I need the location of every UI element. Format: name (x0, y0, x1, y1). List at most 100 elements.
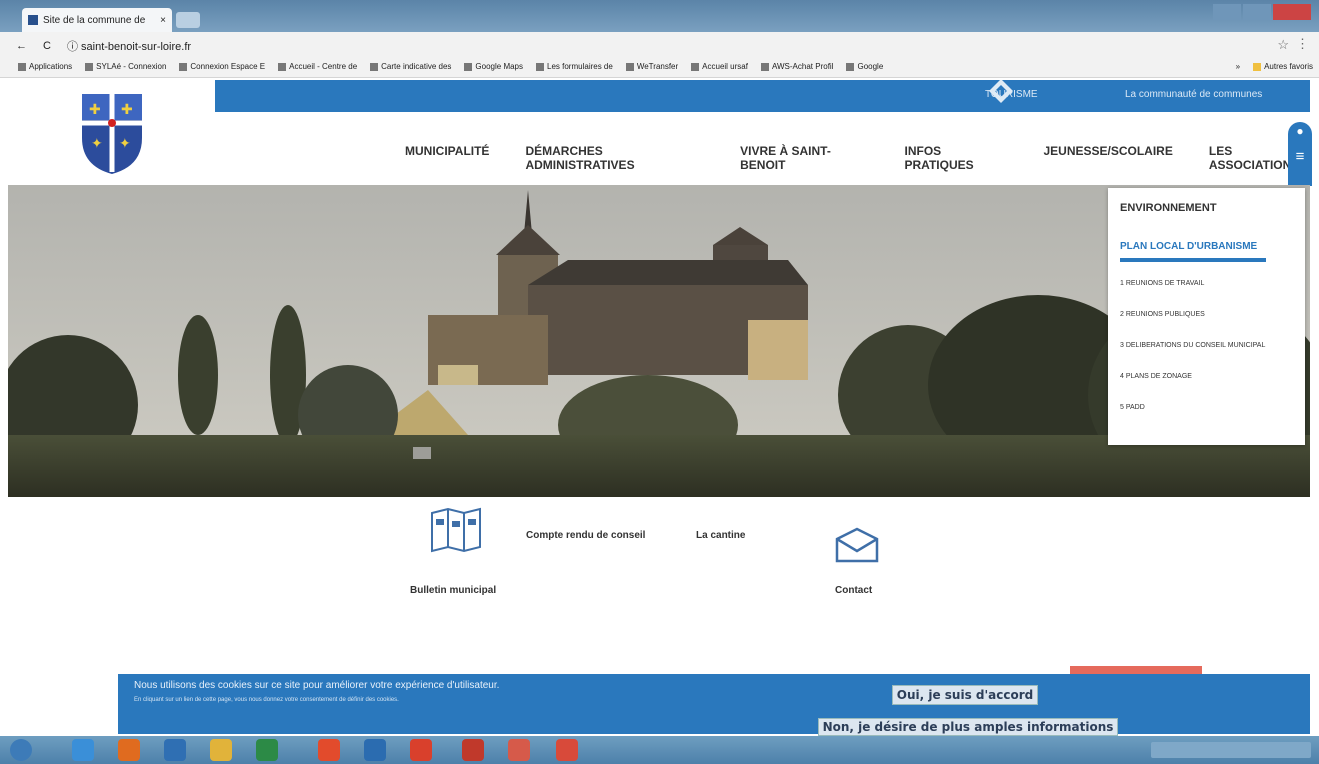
cookie-banner: Nous utilisons des cookies sur ce site p… (118, 674, 1310, 736)
apps-grid-icon (18, 62, 26, 71)
nav-infos[interactable]: INFOS PRATIQUES (905, 144, 1008, 172)
system-tray[interactable] (1151, 742, 1311, 758)
maximize-icon[interactable] (1243, 4, 1271, 20)
cookie-accept-button[interactable]: Oui, je suis d'accord (892, 685, 1038, 705)
window-close-icon[interactable] (1273, 4, 1311, 20)
dropdown-plu-link[interactable]: PLAN LOCAL D'URBANISME (1120, 241, 1305, 252)
nav-municipalite[interactable]: MUNICIPALITÉ (405, 144, 489, 172)
media-player-icon[interactable] (410, 739, 432, 761)
start-button-icon[interactable] (10, 739, 32, 761)
firefox-icon[interactable] (118, 739, 140, 761)
bookmark-icon (691, 62, 700, 71)
top-links-band: TOURISME La communauté de communes (215, 79, 1310, 112)
dropdown-item[interactable]: 1 REUNIONS DE TRAVAIL (1120, 280, 1305, 287)
explorer-folder-icon[interactable] (210, 739, 232, 761)
bookmark-item[interactable]: Google (846, 62, 883, 71)
new-tab-button[interactable] (176, 12, 200, 28)
dropdown-item[interactable]: 5 PADD (1120, 404, 1305, 411)
maps-icon (464, 62, 473, 71)
search-circle-icon[interactable]: ● (1288, 124, 1312, 138)
other-bookmarks[interactable]: Autres favoris (1253, 62, 1313, 71)
svg-text:✦: ✦ (91, 135, 103, 151)
bookmark-label: Accueil ursaf (702, 62, 748, 71)
bookmark-item[interactable]: Les formulaires de (536, 62, 613, 71)
bookmark-label: Accueil - Centre de (289, 62, 358, 71)
bookmark-label: Google (857, 62, 884, 71)
other-bookmarks-label: Autres favoris (1264, 62, 1313, 71)
word-icon[interactable] (164, 739, 186, 761)
bookmark-item[interactable]: Google Maps (464, 62, 523, 71)
back-arrow-icon[interactable]: ← (16, 40, 27, 52)
bookmark-item[interactable]: Carte indicative des (370, 62, 451, 71)
hamburger-icon[interactable]: ≡ (1288, 148, 1312, 165)
environment-dropdown: ENVIRONNEMENT PLAN LOCAL D'URBANISME 1 R… (1108, 188, 1305, 445)
dropdown-item[interactable]: 2 REUNIONS PUBLIQUES (1120, 311, 1305, 318)
outlook-icon[interactable] (364, 739, 386, 761)
bookmark-label: AWS-Achat Profil (771, 62, 834, 71)
cookie-message: Nous utilisons des cookies sur ce site p… (134, 680, 500, 691)
browser-tab[interactable]: Site de la commune de × (22, 8, 172, 32)
nav-jeunesse[interactable]: JEUNESSE/SCOLAIRE (1043, 144, 1172, 172)
bookmark-item[interactable]: Accueil ursaf (691, 62, 748, 71)
bookmark-item[interactable]: Accueil - Centre de (278, 62, 357, 71)
app-icon[interactable] (508, 739, 530, 761)
dropdown-title[interactable]: ENVIRONNEMENT (1120, 202, 1305, 214)
nav-demarches[interactable]: DÉMARCHES ADMINISTRATIVES (525, 144, 704, 172)
browser-tab-bar: Site de la commune de × (0, 0, 1319, 32)
compte-rendu-link[interactable]: Compte rendu de conseil (526, 530, 645, 541)
dropdown-item[interactable]: 3 DELIBERATIONS DU CONSEIL MUNICIPAL (1120, 342, 1305, 349)
community-link[interactable]: La communauté de communes (1125, 89, 1262, 100)
powerpoint-icon[interactable] (462, 739, 484, 761)
commune-crest-logo[interactable]: ✚ ✚ ✦ ✦ (78, 90, 146, 181)
svg-text:✚: ✚ (121, 101, 133, 117)
bookmarks-bar: Applications SYLAé - Connexion Connexion… (0, 56, 1319, 78)
tab-close-icon[interactable]: × (160, 15, 166, 26)
menu-toggle-button[interactable]: ● ≡ (1288, 122, 1312, 186)
svg-text:✦: ✦ (119, 135, 131, 151)
chrome-icon[interactable] (318, 739, 340, 761)
reload-icon[interactable]: C (43, 40, 51, 52)
dropdown-item[interactable]: 4 PLANS DE ZONAGE (1120, 373, 1305, 380)
app-icon[interactable] (556, 739, 578, 761)
browser-menu-icon[interactable]: ⋮ (1296, 36, 1309, 52)
url-field[interactable]: ⓘ saint-benoit-sur-loire.fr (67, 38, 191, 54)
quick-links: Compte rendu de conseil La cantine Bulle… (390, 497, 910, 674)
active-underline (1120, 258, 1266, 262)
bookmark-item[interactable]: WeTransfer (625, 62, 679, 71)
window-controls (1213, 4, 1311, 20)
bookmark-label: Connexion Espace E (190, 62, 266, 71)
svg-text:✚: ✚ (89, 101, 101, 117)
bookmark-icon (179, 62, 188, 71)
tab-title: Site de la commune de (43, 14, 146, 26)
nav-vivre[interactable]: VIVRE À SAINT-BENOIT (740, 144, 868, 172)
folder-icon (1253, 62, 1262, 71)
bookmark-label: WeTransfer (636, 62, 679, 71)
cantine-link[interactable]: La cantine (696, 530, 745, 541)
cookie-more-info-button[interactable]: Non, je désire de plus amples informatio… (818, 718, 1118, 736)
site-favicon-icon (28, 15, 38, 25)
bookmark-item[interactable]: SYLAé - Connexion (85, 62, 166, 71)
bookmark-item[interactable]: AWS-Achat Profil (760, 62, 834, 71)
bookmark-star-icon[interactable]: ☆ (1277, 37, 1289, 53)
bookmark-label: Google Maps (475, 62, 524, 71)
bookmark-item[interactable]: Connexion Espace E (179, 62, 265, 71)
internet-explorer-icon[interactable] (72, 739, 94, 761)
cookie-detail: En cliquant sur un lien de cette page, v… (134, 697, 399, 703)
bookmark-item[interactable]: Applications (18, 62, 72, 71)
bookmark-label: SYLAé - Connexion (96, 62, 167, 71)
bookmark-icon (85, 62, 94, 71)
tourism-link[interactable]: TOURISME (985, 89, 1038, 100)
contact-link[interactable]: Contact (835, 585, 872, 596)
excel-icon[interactable] (256, 739, 278, 761)
envelope-icon[interactable] (835, 527, 879, 563)
bookmark-icon (278, 62, 287, 71)
more-bookmarks-icon[interactable]: » (1236, 62, 1240, 71)
bulletin-icon[interactable] (430, 507, 482, 553)
bulletin-link[interactable]: Bulletin municipal (410, 585, 496, 596)
bookmark-icon (760, 62, 769, 71)
page-icon (370, 62, 379, 71)
bookmark-label: Les formulaires de (547, 62, 613, 71)
bookmark-label: Applications (29, 62, 73, 71)
bookmark-label: Carte indicative des (381, 62, 452, 71)
minimize-icon[interactable] (1213, 4, 1241, 20)
